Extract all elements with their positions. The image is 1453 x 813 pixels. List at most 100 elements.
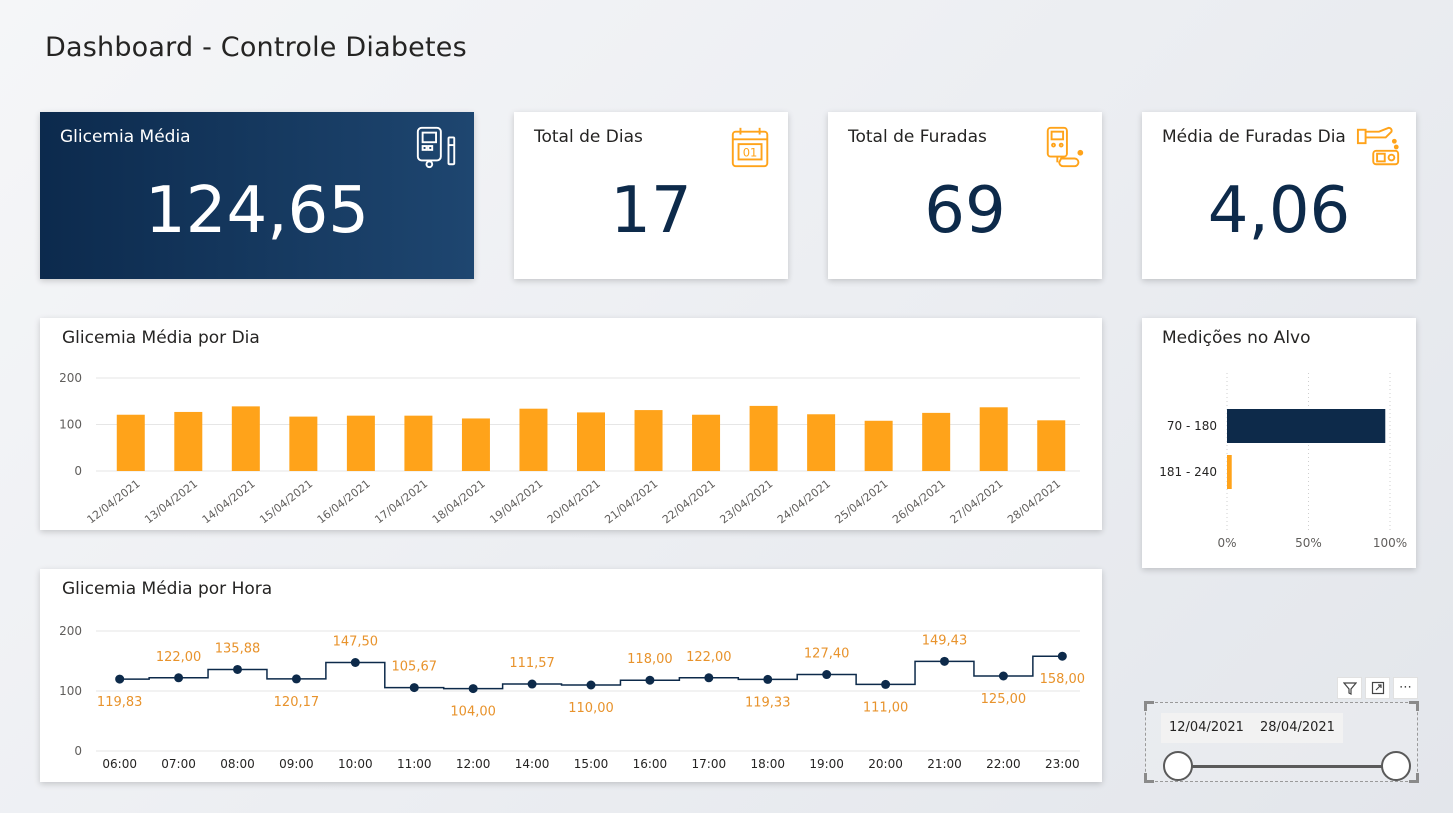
data-label: 111,57	[509, 656, 555, 671]
more-options-icon[interactable]: ⋯	[1393, 677, 1418, 699]
x-tick-label: 08:00	[220, 757, 255, 771]
data-label: 119,83	[97, 695, 143, 710]
data-point[interactable]	[704, 673, 714, 683]
data-label: 119,33	[745, 695, 791, 710]
data-point[interactable]	[939, 656, 949, 666]
x-tick-label: 19:00	[809, 757, 844, 771]
glucose-meter-icon	[416, 126, 456, 169]
data-point[interactable]	[586, 680, 596, 690]
bar[interactable]	[174, 411, 203, 471]
data-point[interactable]	[115, 674, 125, 684]
bar[interactable]	[807, 414, 836, 471]
data-label: 135,88	[215, 641, 261, 656]
bar[interactable]	[577, 412, 605, 471]
bar[interactable]	[692, 414, 721, 471]
bar[interactable]	[634, 410, 663, 471]
chart-card-glicemia-por-hora[interactable]: Glicemia Média por Hora 0 100 200 119,83 06:…	[40, 569, 1102, 782]
data-point[interactable]	[645, 675, 655, 685]
x-tick-label: 15:00	[574, 757, 609, 771]
bar[interactable]	[404, 415, 433, 471]
start-date-input[interactable]: 12/04/2021	[1161, 713, 1252, 743]
hbar-chart-medicoes-no-alvo[interactable]: 0% 50% 100% 70 - 180 181 - 240	[1142, 318, 1416, 568]
page-title: Dashboard - Controle Diabetes	[45, 32, 467, 63]
kpi-title: Glicemia Média	[60, 127, 191, 147]
data-point[interactable]	[763, 674, 773, 684]
kpi-card-glicemia-media[interactable]: Glicemia Média 124,65	[40, 112, 474, 279]
x-tick-label: 23/04/2021	[717, 477, 775, 526]
bar[interactable]	[979, 407, 1008, 471]
y-tick-label: 0	[74, 464, 82, 478]
y-tick-label: 100	[59, 418, 82, 432]
bar-chart-glicemia-por-dia[interactable]: 0 100 200 12/04/2021 13/04/2021 14/04/2021 15/…	[40, 318, 1102, 530]
x-tick-label: 12:00	[456, 757, 491, 771]
bar[interactable]	[1037, 420, 1066, 471]
calendar-icon: 01	[731, 127, 769, 168]
data-point[interactable]	[350, 658, 360, 667]
x-tick-label: 15/04/2021	[257, 477, 315, 526]
bar[interactable]	[116, 414, 145, 471]
bar[interactable]	[289, 416, 318, 471]
filter-icon[interactable]	[1337, 677, 1362, 699]
data-point[interactable]	[174, 673, 184, 683]
x-tick-label: 26/04/2021	[890, 477, 948, 526]
x-tick-label: 22/04/2021	[660, 477, 718, 526]
data-point[interactable]	[527, 679, 537, 689]
x-tick-label: 14/04/2021	[200, 477, 258, 526]
data-label: 125,00	[981, 692, 1027, 707]
x-tick-label: 16/04/2021	[315, 477, 373, 526]
chart-card-medicoes-no-alvo[interactable]: Medições no Alvo 0% 50% 100% 70 - 180 181 - …	[1142, 318, 1416, 568]
bar[interactable]	[1227, 455, 1232, 489]
data-label: 105,67	[392, 660, 438, 675]
data-point[interactable]	[233, 664, 243, 674]
x-tick-label: 27/04/2021	[948, 477, 1006, 526]
slider-end-handle[interactable]	[1381, 751, 1411, 781]
line-chart-glicemia-por-hora[interactable]: 0 100 200 119,83 06:00 122,00 07:00 135,88 08:00…	[40, 569, 1102, 782]
bar[interactable]	[864, 420, 893, 471]
date-range-slicer[interactable]: 12/04/2021 28/04/2021	[1144, 701, 1419, 783]
data-label: 149,43	[922, 633, 968, 648]
x-tick-label: 21/04/2021	[602, 477, 660, 526]
bar[interactable]	[1227, 409, 1386, 443]
focus-mode-icon[interactable]	[1365, 677, 1390, 699]
x-tick-label: 09:00	[279, 757, 314, 771]
chart-card-glicemia-por-dia[interactable]: Glicemia Média por Dia 0 100 200 12/04/2021…	[40, 318, 1102, 530]
bar[interactable]	[519, 408, 548, 471]
x-tick-label: 25/04/2021	[833, 477, 891, 526]
data-point[interactable]	[1057, 651, 1067, 661]
selection-corner	[1144, 701, 1154, 711]
kpi-title: Total de Furadas	[848, 127, 987, 147]
bar[interactable]	[922, 412, 951, 471]
data-label: 122,00	[686, 650, 732, 665]
x-tick-label: 13/04/2021	[142, 477, 200, 526]
slider-start-handle[interactable]	[1163, 751, 1193, 781]
x-tick-label: 23:00	[1045, 757, 1080, 771]
y-category-label: 181 - 240	[1159, 465, 1217, 479]
data-point[interactable]	[822, 670, 832, 680]
kpi-title: Média de Furadas Dia	[1162, 127, 1346, 147]
data-point[interactable]	[998, 671, 1008, 681]
x-tick-label: 18/04/2021	[430, 477, 488, 526]
x-tick-label: 17:00	[692, 757, 727, 771]
visual-header: ⋯	[1337, 677, 1418, 699]
kpi-card-total-dias[interactable]: Total de Dias 01 17	[514, 112, 788, 279]
x-tick-label: 10:00	[338, 757, 373, 771]
kpi-card-media-furadas-dia[interactable]: Média de Furadas Dia 4,06	[1142, 112, 1416, 279]
bar[interactable]	[231, 406, 260, 471]
x-tick-label: 21:00	[927, 757, 962, 771]
end-date-input[interactable]: 28/04/2021	[1252, 713, 1343, 743]
data-label: 110,00	[568, 701, 614, 716]
x-tick-label: 14:00	[515, 757, 550, 771]
kpi-value: 4,06	[1207, 174, 1351, 248]
x-tick-label: 07:00	[161, 757, 196, 771]
slider-track[interactable]	[1178, 765, 1395, 768]
bar[interactable]	[346, 415, 375, 471]
data-point[interactable]	[409, 683, 419, 693]
data-point[interactable]	[468, 684, 478, 694]
data-point[interactable]	[291, 674, 301, 684]
data-point[interactable]	[881, 679, 891, 689]
bar[interactable]	[749, 405, 778, 471]
bar[interactable]	[461, 418, 490, 471]
kpi-card-total-furadas[interactable]: Total de Furadas 69	[828, 112, 1102, 279]
data-label: 120,17	[274, 695, 320, 710]
x-tick-label: 19/04/2021	[487, 477, 545, 526]
